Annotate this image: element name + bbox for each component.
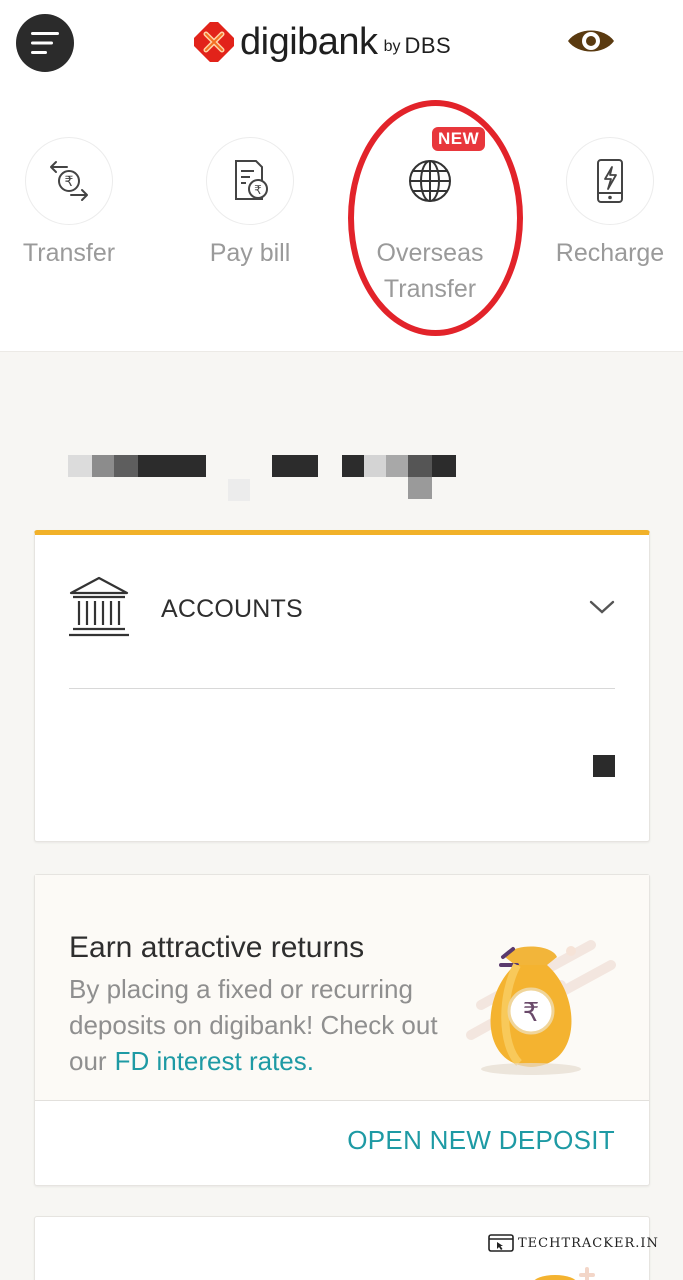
accounts-card: ACCOUNTS [34, 530, 650, 842]
brand-logo: digibank by DBS [194, 20, 451, 64]
svg-text:₹: ₹ [254, 183, 262, 197]
deposit-promo: Earn attractive returns By placing a fix… [35, 875, 649, 1101]
pay-bill-label: Pay bill [209, 239, 291, 267]
quick-action-recharge[interactable]: Recharge [556, 137, 664, 271]
svg-text:₹: ₹ [523, 998, 540, 1028]
menu-button[interactable] [16, 14, 74, 72]
watermark: TECHTRACKER.IN [488, 1234, 659, 1252]
quick-action-pay-bill[interactable]: ₹ Pay bill [205, 137, 295, 271]
mobile-recharge-icon [597, 159, 623, 203]
redact-block [138, 455, 206, 477]
brand-dbs: DBS [404, 33, 452, 58]
rupee-transfer-icon: ₹ [50, 161, 88, 201]
redact-block [386, 455, 408, 477]
coins-icon [534, 1267, 595, 1280]
redact-block [408, 477, 432, 499]
open-new-deposit-button[interactable]: OPEN NEW DEPOSIT [347, 1125, 615, 1156]
recharge-label: Recharge [555, 239, 665, 267]
redacted-balance [593, 755, 615, 777]
redact-block [432, 455, 456, 477]
fd-rates-link[interactable]: FD interest rates. [115, 1046, 314, 1076]
pay-bill-circle: ₹ [206, 137, 294, 225]
deposit-card: Earn attractive returns By placing a fix… [34, 874, 650, 1186]
browser-cursor-icon [488, 1234, 514, 1252]
deposit-title: Earn attractive returns [69, 931, 365, 964]
transfer-circle: ₹ [25, 137, 113, 225]
redact-block [272, 455, 318, 477]
bill-rupee-icon: ₹ [235, 160, 268, 200]
recharge-circle [566, 137, 654, 225]
deposit-body: By placing a fixed or recurring deposits… [69, 971, 459, 1079]
redact-block [342, 455, 364, 477]
brand-word: digibank [240, 20, 378, 63]
hamburger-icon [31, 32, 59, 54]
redact-block [68, 455, 92, 477]
eye-icon [568, 30, 614, 52]
accounts-title: ACCOUNTS [161, 595, 303, 623]
eye-button[interactable] [566, 24, 616, 63]
redacted-name [68, 455, 468, 501]
redact-block [92, 455, 114, 477]
accounts-divider [69, 688, 615, 689]
svg-text:₹: ₹ [65, 174, 74, 190]
brand-by: by [383, 38, 401, 55]
redact-block [364, 455, 386, 477]
redact-block [114, 455, 138, 477]
quick-action-transfer[interactable]: ₹ Transfer [23, 137, 115, 271]
money-bag-icon: ₹ [466, 940, 616, 1075]
transfer-label: Transfer [22, 239, 116, 267]
redact-block [408, 455, 432, 477]
top-bar: digibank by DBS ₹ Transfer ₹ Pay bill Ov… [0, 0, 683, 352]
redact-block [228, 479, 250, 501]
watermark-text: TECHTRACKER.IN [518, 1235, 659, 1251]
dbs-star-icon [194, 22, 234, 62]
annotation-highlight-oval [348, 100, 523, 336]
bank-building-icon [69, 576, 129, 637]
chevron-down-icon[interactable] [589, 599, 615, 615]
